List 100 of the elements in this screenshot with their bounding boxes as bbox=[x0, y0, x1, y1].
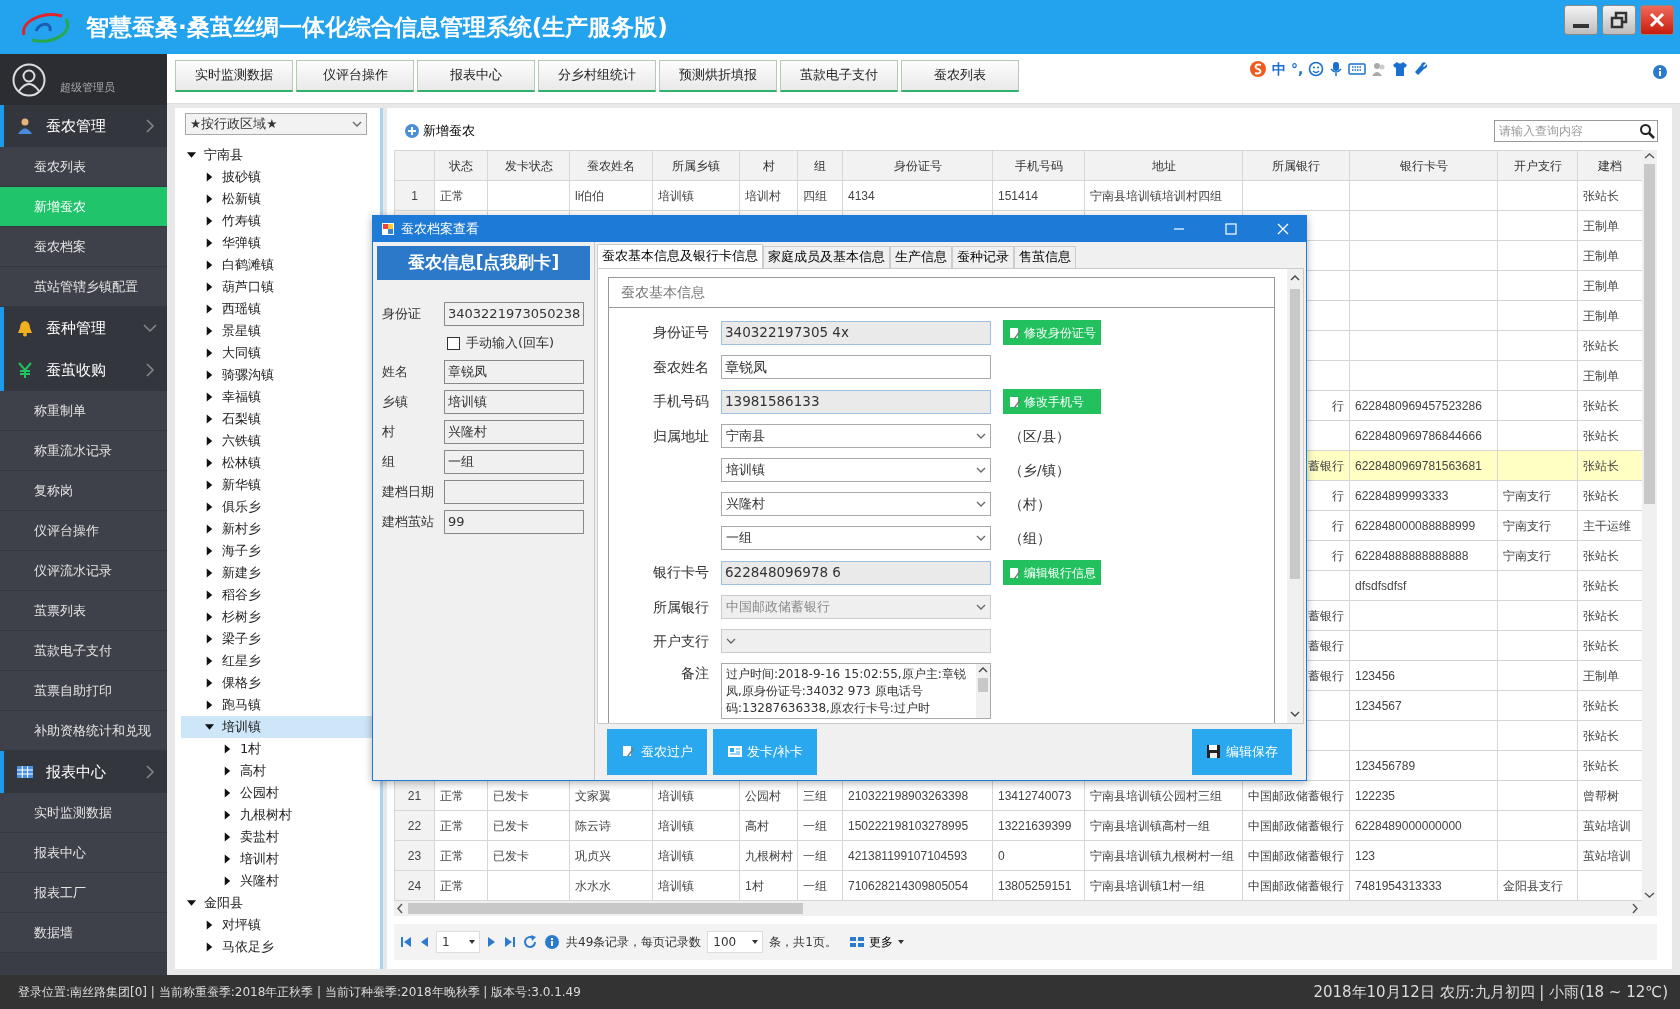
select-field[interactable]: 培训镇 bbox=[721, 458, 991, 482]
tab[interactable]: 家庭成员及基本信息 bbox=[763, 246, 890, 268]
tree-node[interactable]: 九根树村 bbox=[181, 804, 374, 826]
input-field[interactable]: 3403221973050238 bbox=[444, 302, 584, 326]
tab[interactable]: 蚕农基本信息及银行卡信息 bbox=[597, 244, 763, 268]
tree-node[interactable]: 西瑶镇 bbox=[181, 298, 374, 320]
tree-node[interactable]: 宁南县 bbox=[181, 144, 374, 166]
tree-node[interactable]: 兴隆村 bbox=[181, 870, 374, 892]
add-farmer-button[interactable]: 新增蚕农 bbox=[394, 121, 485, 141]
tree-node[interactable]: 新村乡 bbox=[181, 518, 374, 540]
menu-item[interactable]: 蚕农档案 bbox=[0, 227, 167, 267]
region-select[interactable]: ★按行政区域★ bbox=[185, 113, 367, 135]
column-header[interactable]: 建档 bbox=[1577, 150, 1642, 181]
tree-node[interactable]: 松新镇 bbox=[181, 188, 374, 210]
menu-item[interactable]: 茧款电子支付 bbox=[0, 631, 167, 671]
column-header[interactable]: 手机号码 bbox=[992, 150, 1085, 181]
menu-item[interactable]: 茧站管辖乡镇配置 bbox=[0, 267, 167, 307]
tab[interactable]: 报表中心 bbox=[417, 60, 535, 92]
tree-node[interactable]: 景星镇 bbox=[181, 320, 374, 342]
menu-item[interactable]: 复称岗 bbox=[0, 471, 167, 511]
tree-node[interactable]: 六铁镇 bbox=[181, 430, 374, 452]
tree-node[interactable]: 跑马镇 bbox=[181, 694, 374, 716]
tree-node[interactable]: 俱乐乡 bbox=[181, 496, 374, 518]
tree-node[interactable]: 公园村 bbox=[181, 782, 374, 804]
menu-item[interactable]: 称重流水记录 bbox=[0, 431, 167, 471]
menu-item[interactable]: 数据墙 bbox=[0, 913, 167, 953]
select-field[interactable]: 宁南县 bbox=[721, 424, 991, 448]
ime-label[interactable]: 中 bbox=[1272, 58, 1286, 80]
tree-node[interactable]: 披砂镇 bbox=[181, 166, 374, 188]
more-button[interactable]: 更多 bbox=[842, 932, 911, 952]
tree-node[interactable]: 松林镇 bbox=[181, 452, 374, 474]
menu-section[interactable]: 蚕茧收购 bbox=[0, 349, 167, 391]
input-field[interactable]: 622848096978 6 bbox=[721, 560, 991, 585]
tab[interactable]: 生产信息 bbox=[890, 246, 952, 268]
input-field[interactable]: 章锐凤 bbox=[444, 360, 584, 384]
menu-section[interactable]: 报表中心 bbox=[0, 751, 167, 793]
column-header[interactable]: 所属乡镇 bbox=[652, 150, 740, 181]
tree-node[interactable]: 白鹤滩镇 bbox=[181, 254, 374, 276]
tree-node[interactable]: 葫芦口镇 bbox=[181, 276, 374, 298]
select-field[interactable]: 一组 bbox=[721, 526, 991, 550]
checkbox-label[interactable]: 手动输入(回车) bbox=[466, 333, 555, 353]
ime-label[interactable]: °, bbox=[1291, 58, 1304, 80]
tree-node[interactable]: 培训村 bbox=[181, 848, 374, 870]
column-header[interactable]: 银行卡号 bbox=[1349, 150, 1498, 181]
tab[interactable]: 实时监测数据 bbox=[175, 60, 293, 92]
tree-node[interactable]: 梁子乡 bbox=[181, 628, 374, 650]
page-field[interactable]: 1 bbox=[436, 931, 480, 953]
menu-item[interactable]: 实时监测数据 bbox=[0, 793, 167, 833]
input-field[interactable]: 兴隆村 bbox=[444, 420, 584, 444]
tree-node[interactable]: 杉树乡 bbox=[181, 606, 374, 628]
input-field[interactable]: 一组 bbox=[444, 450, 584, 474]
menu-item[interactable]: 补助资格统计和兑现 bbox=[0, 711, 167, 751]
column-header[interactable]: 开户支行 bbox=[1497, 150, 1578, 181]
column-header[interactable]: 身份证号 bbox=[842, 150, 993, 181]
tree-node[interactable]: 培训镇 bbox=[181, 716, 374, 738]
tree-node[interactable]: 骑骡沟镇 bbox=[181, 364, 374, 386]
column-header[interactable]: 蚕农姓名 bbox=[569, 150, 653, 181]
tree-node[interactable]: 竹寿镇 bbox=[181, 210, 374, 232]
input-field[interactable]: 340322197305 4x bbox=[721, 320, 991, 345]
tab[interactable]: 分乡村组统计 bbox=[538, 60, 656, 92]
tree-node[interactable]: 石梨镇 bbox=[181, 408, 374, 430]
tree-node[interactable]: 稻谷乡 bbox=[181, 584, 374, 606]
tree-node[interactable]: 幸福镇 bbox=[181, 386, 374, 408]
input-field[interactable]: 培训镇 bbox=[444, 390, 584, 414]
input-field[interactable]: 13981586133 bbox=[721, 389, 991, 414]
page-size-select[interactable]: 100 bbox=[707, 931, 764, 953]
menu-item[interactable]: 报表工厂 bbox=[0, 873, 167, 913]
tree-node[interactable]: 金阳县 bbox=[181, 892, 374, 914]
input-field[interactable]: 99 bbox=[444, 510, 584, 534]
tab[interactable]: 预测烘折填报 bbox=[659, 60, 777, 92]
tab[interactable]: 蚕种记录 bbox=[952, 246, 1014, 268]
tree-node[interactable]: 华弹镇 bbox=[181, 232, 374, 254]
tab[interactable]: 仪评台操作 bbox=[296, 60, 414, 92]
tree-node[interactable]: 马依足乡 bbox=[181, 936, 374, 958]
menu-item[interactable]: 称重制单 bbox=[0, 391, 167, 431]
tab[interactable]: 售茧信息 bbox=[1014, 246, 1076, 268]
column-header[interactable]: 状态 bbox=[434, 150, 488, 181]
menu-section[interactable]: 蚕种管理 bbox=[0, 307, 167, 349]
column-header[interactable]: 地址 bbox=[1084, 150, 1243, 181]
tree-node[interactable]: 高村 bbox=[181, 760, 374, 782]
menu-item[interactable]: 仪评台操作 bbox=[0, 511, 167, 551]
select-field[interactable]: 兴隆村 bbox=[721, 492, 991, 516]
tree-node[interactable]: 对坪镇 bbox=[181, 914, 374, 936]
card-swipe-button[interactable]: 蚕农信息[点我刷卡] bbox=[377, 246, 590, 280]
tree-node[interactable]: 海子乡 bbox=[181, 540, 374, 562]
column-header[interactable]: 组 bbox=[797, 150, 843, 181]
tree-node[interactable]: 倮格乡 bbox=[181, 672, 374, 694]
menu-section[interactable]: 蚕农管理 bbox=[0, 105, 167, 147]
tree-node[interactable]: 大同镇 bbox=[181, 342, 374, 364]
tab[interactable]: 茧款电子支付 bbox=[780, 60, 898, 92]
column-header[interactable]: 村 bbox=[739, 150, 798, 181]
menu-item[interactable]: 报表中心 bbox=[0, 833, 167, 873]
menu-item[interactable]: 茧票自助打印 bbox=[0, 671, 167, 711]
menu-item[interactable]: 茧票列表 bbox=[0, 591, 167, 631]
tree-node[interactable]: 新建乡 bbox=[181, 562, 374, 584]
menu-item[interactable]: 仪评流水记录 bbox=[0, 551, 167, 591]
tab[interactable]: 蚕农列表 bbox=[901, 60, 1019, 92]
column-header[interactable]: 发卡状态 bbox=[487, 150, 570, 181]
menu-item[interactable]: 蚕农列表 bbox=[0, 147, 167, 187]
remark-field[interactable]: 过户时间:2018-9-16 15:02:55,原户主:章锐凤,原身份证号:34032 973 原电话号码:13287636338,原农行卡号:过户时 bbox=[721, 663, 991, 719]
